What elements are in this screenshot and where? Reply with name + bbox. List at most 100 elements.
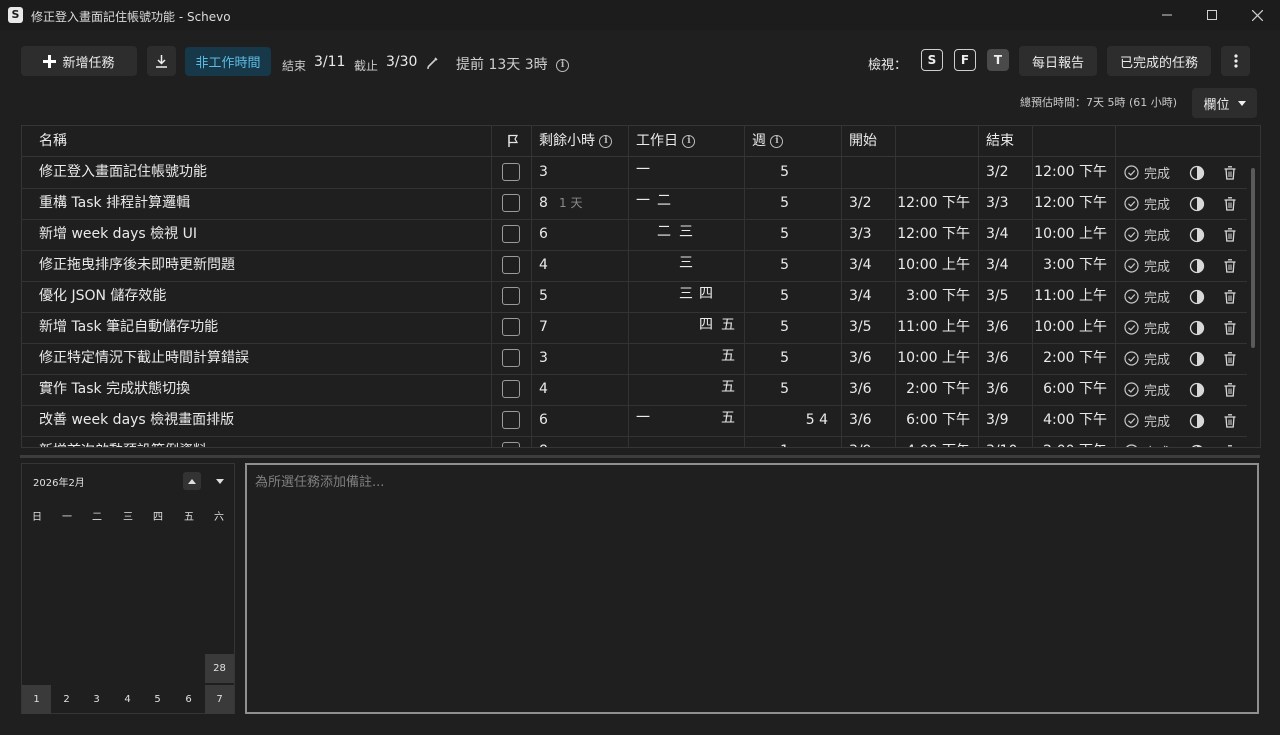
task-name[interactable]: 改善 week days 檢視畫面排版 xyxy=(39,405,234,436)
table-row[interactable]: 改善 week days 檢視畫面排版 6 一 五 5 4 3/6 6:00 下午 3/9 4:… xyxy=(22,405,1247,437)
columns-dropdown[interactable]: 欄位 xyxy=(1192,88,1257,118)
progress-button[interactable] xyxy=(1189,188,1205,219)
complete-button[interactable]: 完成 xyxy=(1124,436,1170,447)
calendar-day[interactable]: 6 xyxy=(174,685,203,714)
progress-button[interactable] xyxy=(1189,374,1205,405)
more-menu-button[interactable] xyxy=(1221,46,1250,76)
table-row[interactable]: 實作 Task 完成狀態切換 4 五 5 3/6 2:00 下午 3/6 6:00 下午 完成 xyxy=(22,374,1247,406)
progress-button[interactable] xyxy=(1189,312,1205,343)
task-name[interactable]: 優化 JSON 儲存效能 xyxy=(39,281,166,312)
calendar-day[interactable]: 3 xyxy=(82,685,111,714)
calendar-day[interactable]: 7 xyxy=(205,685,234,714)
delete-button[interactable] xyxy=(1224,250,1236,281)
table-row[interactable]: 新增首次啟動預設範例資料 8 1 3/9 4:00 下午 3/10 2:00 下午完成 xyxy=(22,436,1247,447)
task-name[interactable]: 新增 week days 檢視 UI xyxy=(39,219,197,250)
calendar-day[interactable]: 2 xyxy=(52,685,81,714)
table-row[interactable]: 修正登入畫面記住帳號功能 3 一 5 3/2 12:00 下午 完成 xyxy=(22,157,1247,189)
flag-checkbox[interactable] xyxy=(502,349,520,367)
more-vertical-icon xyxy=(1233,54,1238,68)
delete-button[interactable] xyxy=(1224,157,1236,188)
maximize-button[interactable] xyxy=(1189,0,1235,30)
header-start[interactable]: 開始 xyxy=(849,126,877,156)
progress-button[interactable] xyxy=(1189,436,1205,447)
task-name[interactable]: 新增 Task 筆記自動儲存功能 xyxy=(39,312,218,343)
complete-button[interactable]: 完成 xyxy=(1124,343,1170,374)
table-row[interactable]: 新增 week days 檢視 UI 6 二三 5 3/3 12:00 下午 3/4 10:0… xyxy=(22,219,1247,251)
progress-button[interactable] xyxy=(1189,219,1205,250)
view-mode-s[interactable]: S xyxy=(921,49,943,71)
flag-checkbox[interactable] xyxy=(502,287,520,305)
task-name[interactable]: 修正特定情況下截止時間計算錯誤 xyxy=(39,343,249,374)
task-name[interactable]: 新增首次啟動預設範例資料 xyxy=(39,436,207,447)
complete-button[interactable]: 完成 xyxy=(1124,219,1170,250)
calendar-day[interactable]: 4 xyxy=(113,685,142,714)
task-name[interactable]: 重構 Task 排程計算邏輯 xyxy=(39,188,190,219)
table-row[interactable]: 新增 Task 筆記自動儲存功能 7 四五 5 3/5 11:00 上午 3/6 10:00 … xyxy=(22,312,1247,344)
complete-button[interactable]: 完成 xyxy=(1124,405,1170,436)
calendar-prev-button[interactable] xyxy=(183,472,201,490)
calendar-day[interactable]: 1 xyxy=(22,685,51,714)
complete-button[interactable]: 完成 xyxy=(1124,250,1170,281)
completed-tasks-button[interactable]: 已完成的任務 xyxy=(1107,46,1211,76)
header-name[interactable]: 名稱 xyxy=(39,126,67,156)
delete-button[interactable] xyxy=(1224,436,1236,447)
task-notes-field[interactable]: 為所選任務添加備註... xyxy=(245,463,1259,714)
complete-button[interactable]: 完成 xyxy=(1124,374,1170,405)
header-week[interactable]: 週 i xyxy=(752,126,784,156)
view-mode-f[interactable]: F xyxy=(954,49,976,71)
header-week-label: 週 xyxy=(752,133,766,149)
add-task-button[interactable]: 新增任務 xyxy=(21,46,137,76)
flag-checkbox[interactable] xyxy=(502,318,520,336)
task-name[interactable]: 修正拖曳排序後未即時更新問題 xyxy=(39,250,235,281)
flag-checkbox[interactable] xyxy=(502,442,520,447)
table-row[interactable]: 修正特定情況下截止時間計算錯誤 3 五 5 3/6 10:00 上午 3/6 2:00 下午 完… xyxy=(22,343,1247,375)
table-row[interactable]: 重構 Task 排程計算邏輯 8 1 天 一二 5 3/2 12:00 下午 3/3 12:00… xyxy=(22,188,1247,220)
panel-splitter[interactable] xyxy=(20,455,1260,458)
header-hours[interactable]: 剩餘小時 i xyxy=(539,126,613,156)
calendar-next-button[interactable] xyxy=(211,472,229,490)
table-row[interactable]: 修正拖曳排序後未即時更新問題 4 三 5 3/4 10:00 上午 3/4 3:00 下午 完成 xyxy=(22,250,1247,282)
calendar-day[interactable]: 5 xyxy=(143,685,172,714)
table-row[interactable]: 優化 JSON 儲存效能 5 三四 5 3/4 3:00 下午 3/5 11:00 上午 完成 xyxy=(22,281,1247,313)
table-scrollbar[interactable] xyxy=(1251,168,1255,348)
delete-button[interactable] xyxy=(1224,343,1236,374)
delete-button[interactable] xyxy=(1224,312,1236,343)
flag-checkbox[interactable] xyxy=(502,411,520,429)
complete-button[interactable]: 完成 xyxy=(1124,312,1170,343)
calendar-day[interactable]: 28 xyxy=(205,654,234,683)
task-name[interactable]: 修正登入畫面記住帳號功能 xyxy=(39,157,207,188)
minimize-button[interactable] xyxy=(1144,0,1190,30)
progress-button[interactable] xyxy=(1189,281,1205,312)
half-circle-icon xyxy=(1189,351,1205,366)
delete-button[interactable] xyxy=(1224,188,1236,219)
flag-checkbox[interactable] xyxy=(502,380,520,398)
header-end[interactable]: 結束 xyxy=(986,126,1014,156)
flag-checkbox[interactable] xyxy=(502,163,520,181)
task-hours: 6 xyxy=(539,226,548,242)
complete-button[interactable]: 完成 xyxy=(1124,188,1170,219)
delete-button[interactable] xyxy=(1224,405,1236,436)
progress-button[interactable] xyxy=(1189,250,1205,281)
view-mode-t[interactable]: T xyxy=(987,49,1009,71)
download-button[interactable] xyxy=(147,46,176,76)
flag-checkbox[interactable] xyxy=(502,225,520,243)
header-workdays[interactable]: 工作日 i xyxy=(636,126,696,156)
delete-button[interactable] xyxy=(1224,374,1236,405)
complete-button[interactable]: 完成 xyxy=(1124,157,1170,188)
delete-button[interactable] xyxy=(1224,281,1236,312)
flag-checkbox[interactable] xyxy=(502,256,520,274)
daily-report-button[interactable]: 每日報告 xyxy=(1019,46,1097,76)
weekday-thu: 四 xyxy=(153,512,163,523)
complete-button[interactable]: 完成 xyxy=(1124,281,1170,312)
progress-button[interactable] xyxy=(1189,405,1205,436)
delete-button[interactable] xyxy=(1224,219,1236,250)
close-button[interactable] xyxy=(1234,0,1280,30)
task-hours: 3 xyxy=(539,350,548,366)
nonwork-time-toggle[interactable]: 非工作時間 xyxy=(185,47,271,76)
pencil-icon[interactable] xyxy=(426,56,439,69)
progress-button[interactable] xyxy=(1189,343,1205,374)
task-start-time: 4:00 下午 xyxy=(895,436,970,447)
progress-button[interactable] xyxy=(1189,157,1205,188)
task-name[interactable]: 實作 Task 完成狀態切換 xyxy=(39,374,190,405)
flag-checkbox[interactable] xyxy=(502,194,520,212)
